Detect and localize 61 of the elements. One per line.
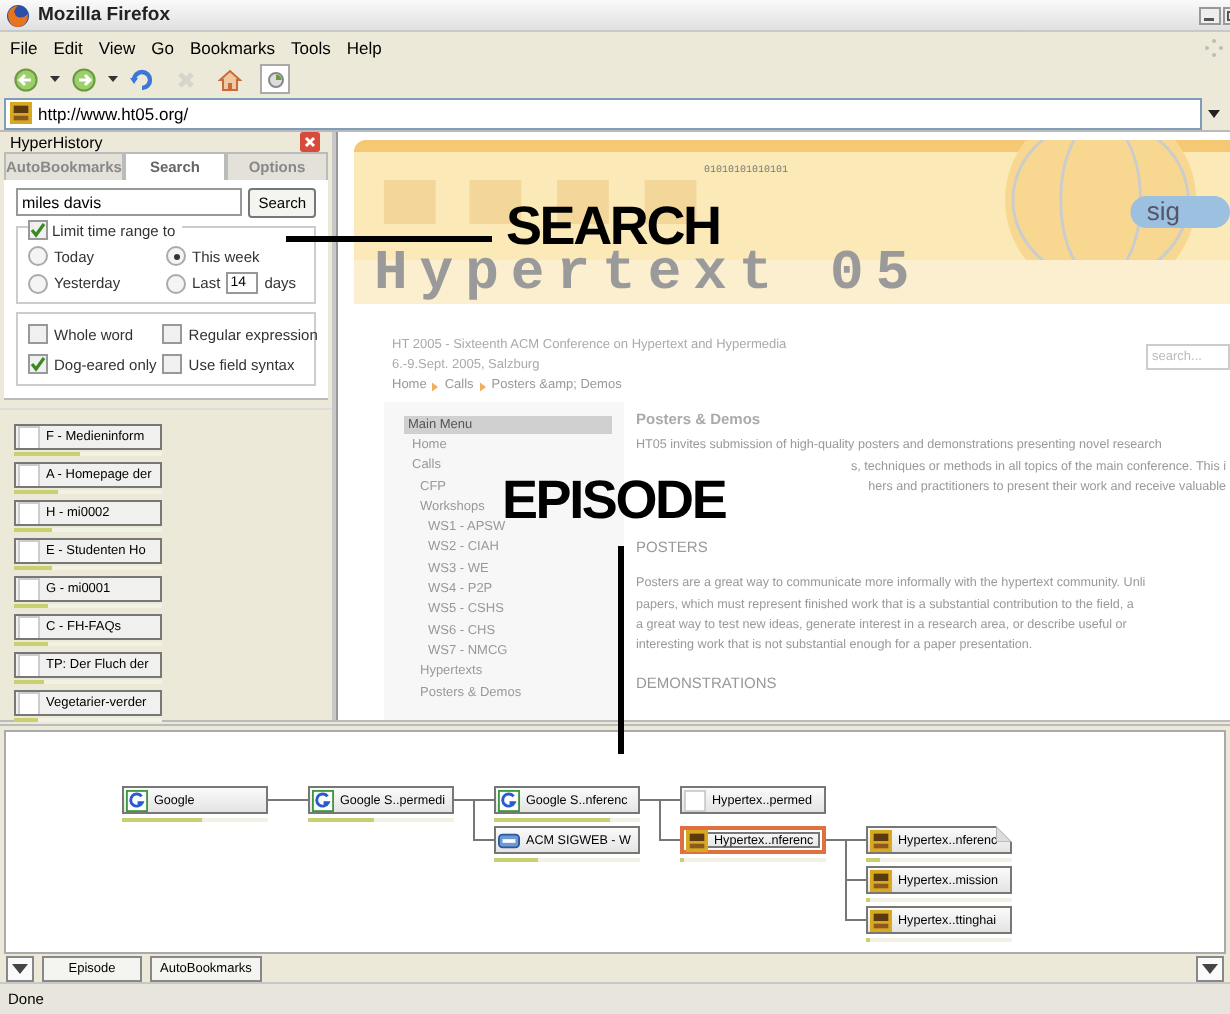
close-icon[interactable] — [300, 132, 320, 152]
throbber-icon — [1204, 37, 1224, 57]
logo-text: sig — [1146, 196, 1180, 226]
dropdown-caret-icon[interactable] — [50, 76, 60, 82]
page-icon — [312, 789, 334, 811]
checkbox[interactable] — [162, 354, 183, 374]
back-button[interactable] — [12, 65, 40, 93]
tab-button[interactable] — [260, 64, 290, 94]
radio-button[interactable] — [166, 273, 186, 293]
blank-page-icon — [18, 654, 40, 676]
address-field[interactable]: http://www.ht05.org/ — [38, 103, 1200, 123]
checkbox[interactable] — [28, 324, 48, 344]
dropdown-caret-icon[interactable] — [108, 76, 118, 82]
blank-page-icon — [18, 578, 40, 600]
breadcrumb-arrow-icon — [479, 381, 486, 391]
annotation-label: EPISODE — [502, 468, 726, 530]
sidebar-title: HyperHistory — [10, 133, 103, 151]
folded-corner-icon — [996, 826, 1012, 842]
blank-page-icon — [684, 789, 706, 811]
page-icon — [126, 789, 148, 811]
blank-page-icon — [18, 502, 40, 524]
menu-item[interactable]: Go — [147, 37, 186, 57]
page-icon — [498, 789, 520, 811]
menu-item[interactable]: Bookmarks — [185, 37, 287, 57]
blank-page-icon — [18, 540, 40, 562]
address-bar[interactable]: http://www.ht05.org/ — [4, 97, 1202, 129]
blank-page-icon — [18, 464, 40, 486]
reload-button[interactable] — [128, 65, 156, 93]
forward-button[interactable] — [70, 65, 98, 93]
menu-item[interactable]: File — [6, 37, 50, 57]
checkbox[interactable] — [28, 354, 48, 374]
page-icon — [498, 829, 520, 851]
menu-item[interactable]: Edit — [49, 37, 95, 57]
breadcrumb-arrow-icon — [432, 381, 439, 391]
site-icon — [870, 869, 892, 891]
menu-item[interactable]: Help — [342, 37, 394, 57]
caret-icon — [1202, 963, 1218, 973]
radio-button[interactable] — [28, 273, 48, 293]
site-icon — [870, 829, 892, 851]
blank-page-icon — [18, 692, 40, 714]
site-icon — [10, 102, 32, 124]
search-field[interactable]: miles davis — [16, 188, 243, 216]
menu-item[interactable]: Tools — [287, 37, 343, 57]
clock-icon — [263, 67, 287, 91]
site-icon — [686, 829, 708, 851]
site-icon — [870, 909, 892, 931]
checkbox[interactable] — [162, 324, 183, 344]
banner-title: Hypertext 05 — [374, 252, 922, 300]
menu-item[interactable]: View — [94, 37, 148, 57]
dropdown-button[interactable] — [6, 955, 34, 981]
dropdown-caret-icon[interactable] — [1208, 109, 1220, 117]
radio-button[interactable] — [166, 246, 186, 266]
blank-page-icon — [18, 426, 40, 448]
blank-page-icon — [18, 616, 40, 638]
home-button[interactable] — [216, 65, 244, 93]
dropdown-button[interactable] — [1196, 955, 1224, 981]
radio-button[interactable] — [28, 246, 48, 266]
connector-line — [267, 799, 309, 801]
caret-icon — [12, 963, 28, 973]
window-title: Mozilla Firefox — [38, 4, 170, 26]
checkbox[interactable] — [28, 220, 48, 240]
